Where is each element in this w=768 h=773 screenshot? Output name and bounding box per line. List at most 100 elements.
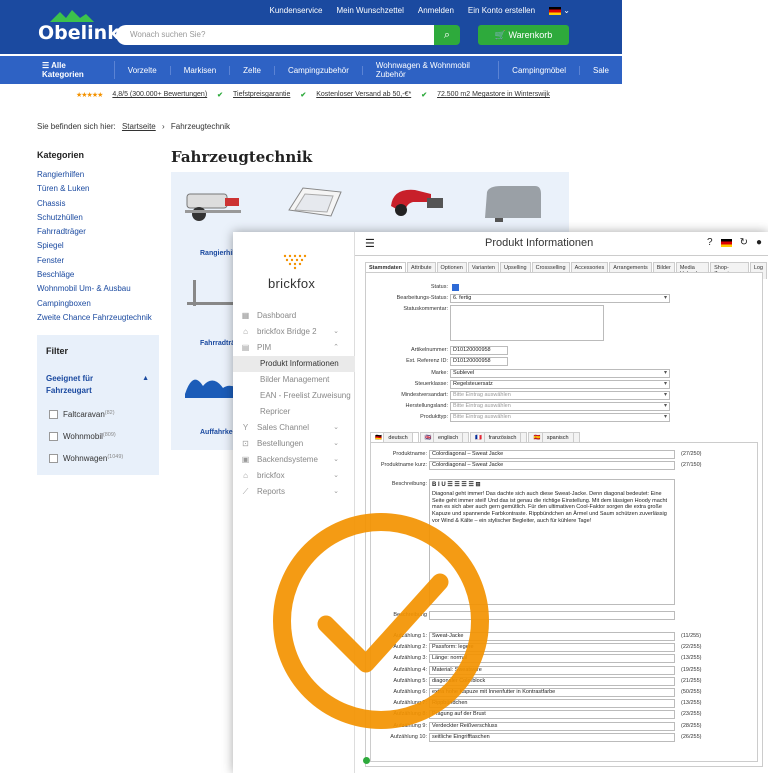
bullet-counter: (22/255) (681, 644, 702, 651)
usp-3[interactable]: 72.500 m2 Megastore in Winterswijk (437, 91, 550, 99)
category-link[interactable]: Schutzhüllen (37, 211, 152, 225)
produktname-kurz-counter: (27/150) (681, 462, 702, 468)
bullet-field[interactable]: seitliche Eingrifftaschen (429, 732, 675, 742)
breadcrumb-home-link[interactable]: Startseite (122, 122, 156, 131)
product-label[interactable]: Auffahrkei (200, 429, 235, 436)
top-links: Kundenservice Mein Wunschzettel Anmelden… (270, 6, 570, 15)
nav-wohnwagen-zubehoer[interactable]: Wohnwagen & Wohnmobil Zubehör (363, 61, 500, 79)
language-selector[interactable]: ⌄ (549, 6, 570, 15)
category-link[interactable]: Fahrradträger (37, 225, 152, 239)
dashboard-icon: ▦ (241, 311, 250, 320)
nav-pim[interactable]: ▤ PIM ⌃ (233, 340, 355, 356)
nav-bridge[interactable]: ⌂ brickfox Bridge 2 ⌄ (233, 324, 355, 340)
nav-label: PIM (257, 343, 272, 352)
ext-referenz-field[interactable]: D10120000958 (450, 357, 508, 366)
category-link[interactable]: Türen & Luken (37, 182, 152, 196)
nav-repricer[interactable]: Repricer (233, 404, 355, 420)
checkbox[interactable] (49, 410, 58, 420)
search-button[interactable]: ⌕ (434, 25, 460, 45)
check-icon: ✔ (217, 92, 224, 99)
editor-toolbar[interactable]: B I U ☰ ☰ ☰ ☰ ⊞ (432, 482, 672, 489)
bearbeitungs-status-label: Bearbeitungs-Status: (396, 295, 448, 301)
caravan-cover-product-image[interactable] (481, 180, 545, 228)
bullet-label: Aufzählung 10: (390, 733, 427, 740)
usp-1[interactable]: Tiefstpreisgarantie (233, 91, 290, 99)
nav-backendsysteme[interactable]: ▣ Backendsysteme ⌄ (233, 452, 355, 468)
link-anmelden[interactable]: Anmelden (418, 6, 454, 15)
produktname-kurz-field[interactable]: Colordiagonal – Sweat Jacke (429, 461, 675, 470)
category-link[interactable]: Zweite Chance Fahrzeugtechnik (37, 311, 152, 325)
nav-label: brickfox (257, 471, 285, 480)
link-konto-erstellen[interactable]: Ein Konto erstellen (468, 6, 535, 15)
usp-2[interactable]: Kostenloser Versand ab 50,-€* (316, 91, 411, 99)
german-flag-icon[interactable] (720, 239, 732, 247)
nav-label: Bestellungen (257, 439, 304, 448)
user-icon[interactable]: ● (756, 237, 762, 248)
category-link[interactable]: Campingboxen (37, 297, 152, 311)
nav-brickfox[interactable]: ⌂ brickfox ⌄ (233, 468, 355, 484)
chevron-down-icon: ⌄ (333, 456, 339, 463)
herstellungsland-select[interactable]: Bitte Eintrag auswählen (450, 402, 670, 411)
status-checkbox[interactable] (452, 284, 459, 291)
filter-option-wohnwagen[interactable]: Wohnwagen (1049) (49, 454, 123, 464)
help-icon[interactable]: ? (707, 237, 713, 248)
nav-sale[interactable]: Sale (580, 66, 622, 75)
breadcrumb-prefix: Sie befinden sich hier: (37, 122, 116, 131)
nav-zelte[interactable]: Zelte (230, 65, 275, 75)
search-input[interactable]: Wonach suchen Sie? (116, 25, 434, 45)
checkbox[interactable] (49, 432, 58, 442)
caret-up-icon[interactable]: ▲ (142, 375, 149, 382)
bullet-counter: (26/255) (681, 733, 702, 740)
product-label[interactable]: Rangierhilf (200, 250, 237, 257)
cart-button[interactable]: 🛒 Warenkorb (478, 25, 569, 45)
chevron-down-icon: ⌄ (333, 424, 339, 431)
check-icon: ✔ (421, 92, 428, 99)
nav-dashboard[interactable]: ▦ Dashboard (233, 308, 355, 324)
nav-bilder-management[interactable]: Bilder Management (233, 372, 355, 388)
logo-text: Obelink (38, 22, 120, 44)
artikelnummer-field[interactable]: D10120000958 (450, 346, 508, 355)
marke-select[interactable]: Sublevel (450, 369, 670, 378)
nav-markisen[interactable]: Markisen (171, 65, 231, 75)
category-link[interactable]: Chassis (37, 197, 152, 211)
category-link[interactable]: Beschläge (37, 268, 152, 282)
filter-option-wohnmobil[interactable]: Wohnmobil (809) (49, 432, 116, 442)
link-wunschzettel[interactable]: Mein Wunschzettel (336, 6, 403, 15)
roof-hatch-product-image[interactable] (283, 180, 347, 228)
nav-ean-freelist[interactable]: EAN - Freelist Zuweisung (233, 388, 355, 404)
nav-produkt-informationen[interactable]: Produkt Informationen (233, 356, 355, 372)
link-kundenservice[interactable]: Kundenservice (270, 6, 323, 15)
category-link[interactable]: Rangierhilfen (37, 168, 152, 182)
statuskommentar-textarea[interactable] (450, 305, 604, 341)
bearbeitungs-status-select[interactable]: 6. fertig (450, 294, 670, 303)
nav-reports[interactable]: ⟋ Reports ⌄ (233, 484, 355, 500)
nav-vorzelte[interactable]: Vorzelte (115, 65, 171, 75)
steuerklasse-select[interactable]: Regelsteuersatz (450, 380, 670, 389)
category-link[interactable]: Fenster (37, 254, 152, 268)
obelink-logo[interactable]: Obelink (38, 10, 120, 44)
produkttyp-select[interactable]: Bitte Eintrag auswählen (450, 413, 670, 422)
filter-option-count: (82) (104, 410, 115, 416)
site-topbar: Obelink Kundenservice Mein Wunschzettel … (0, 0, 622, 54)
mover-product-image[interactable] (181, 180, 245, 228)
nav-campingmoebel[interactable]: Campingmöbel (499, 65, 580, 75)
refresh-icon[interactable]: ↻ (740, 237, 748, 248)
bullet-counter: (23/255) (681, 711, 702, 718)
category-link[interactable]: Wohnmobil Um- & Ausbau (37, 282, 152, 296)
bullet-counter: (28/255) (681, 722, 702, 729)
filter-option-faltcaravan[interactable]: Faltcaravan (82) (49, 410, 115, 420)
nav-sales-channel[interactable]: Y Sales Channel ⌄ (233, 420, 355, 436)
coupling-product-image[interactable] (383, 180, 447, 228)
mindestversandart-select[interactable]: Bitte Eintrag auswählen (450, 391, 670, 400)
chevron-down-icon: ⌄ (333, 328, 339, 335)
nav-bestellungen[interactable]: ⊡ Bestellungen ⌄ (233, 436, 355, 452)
nav-alle-kategorien[interactable]: ☰ Alle Kategorien (42, 61, 115, 79)
hamburger-menu-icon[interactable]: ☰ (365, 237, 375, 250)
filter-group-vehicle-type[interactable]: Geeignet für Fahrzeugart (46, 373, 136, 397)
produktname-field[interactable]: Colordiagonal – Sweat Jacke (429, 450, 675, 459)
category-link[interactable]: Spiegel (37, 239, 152, 253)
brickfox-logo-text: brickfox (268, 276, 316, 291)
checkbox[interactable] (49, 454, 58, 464)
rating-link[interactable]: 4,8/5 (300.000+ Bewertungen) (112, 91, 207, 99)
nav-campingzubehoer[interactable]: Campingzubehör (275, 65, 363, 75)
